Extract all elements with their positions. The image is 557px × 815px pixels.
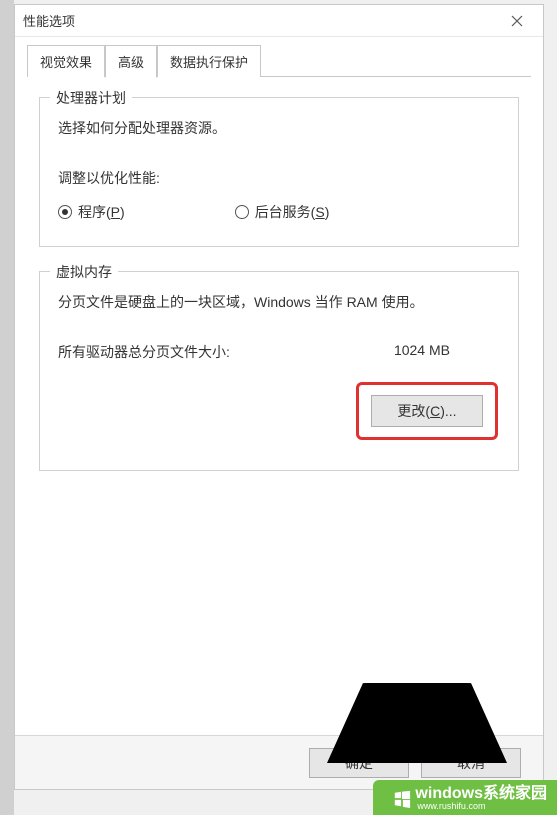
highlight-annotation: 更改(C)... bbox=[356, 382, 498, 440]
tab-content: 处理器计划 选择如何分配处理器资源。 调整以优化性能: 程序(P) 后台服务(S… bbox=[15, 77, 543, 735]
watermark-text: windows系统家园 www.rushifu.com bbox=[415, 786, 547, 811]
processor-desc: 选择如何分配处理器资源。 bbox=[58, 118, 500, 138]
radio-icon bbox=[58, 205, 72, 219]
radio-programs-label: 程序(P) bbox=[78, 202, 125, 222]
vm-total-value: 1024 MB bbox=[394, 342, 450, 362]
processor-scheduling-group: 处理器计划 选择如何分配处理器资源。 调整以优化性能: 程序(P) 后台服务(S… bbox=[39, 97, 519, 247]
radio-bg-label: 后台服务(S) bbox=[255, 202, 330, 222]
tab-advanced[interactable]: 高级 bbox=[105, 45, 157, 78]
close-button[interactable] bbox=[499, 7, 535, 35]
tab-dep[interactable]: 数据执行保护 bbox=[157, 45, 261, 77]
vm-total-row: 所有驱动器总分页文件大小: 1024 MB bbox=[58, 342, 500, 362]
window-title: 性能选项 bbox=[23, 11, 499, 30]
radio-row: 程序(P) 后台服务(S) bbox=[58, 202, 500, 222]
watermark: windows系统家园 www.rushifu.com bbox=[373, 780, 557, 815]
processor-group-title: 处理器计划 bbox=[50, 88, 132, 108]
radio-programs[interactable]: 程序(P) bbox=[58, 202, 125, 222]
close-icon bbox=[511, 15, 523, 27]
vm-group-title: 虚拟内存 bbox=[50, 262, 118, 282]
tabs: 视觉效果 高级 数据执行保护 bbox=[15, 37, 543, 77]
titlebar: 性能选项 bbox=[15, 5, 543, 37]
vm-total-label: 所有驱动器总分页文件大小: bbox=[58, 342, 230, 362]
radio-icon bbox=[235, 205, 249, 219]
windows-icon bbox=[393, 790, 411, 808]
radio-background-services[interactable]: 后台服务(S) bbox=[235, 202, 330, 222]
tab-visual-effects[interactable]: 视觉效果 bbox=[27, 45, 105, 77]
performance-options-dialog: 性能选项 视觉效果 高级 数据执行保护 处理器计划 选择如何分配处理器资源。 调… bbox=[14, 4, 544, 790]
virtual-memory-group: 虚拟内存 分页文件是硬盘上的一块区域，Windows 当作 RAM 使用。 所有… bbox=[39, 271, 519, 471]
vm-desc: 分页文件是硬盘上的一块区域，Windows 当作 RAM 使用。 bbox=[58, 292, 500, 312]
change-button[interactable]: 更改(C)... bbox=[371, 395, 483, 427]
adjust-label: 调整以优化性能: bbox=[58, 168, 500, 188]
